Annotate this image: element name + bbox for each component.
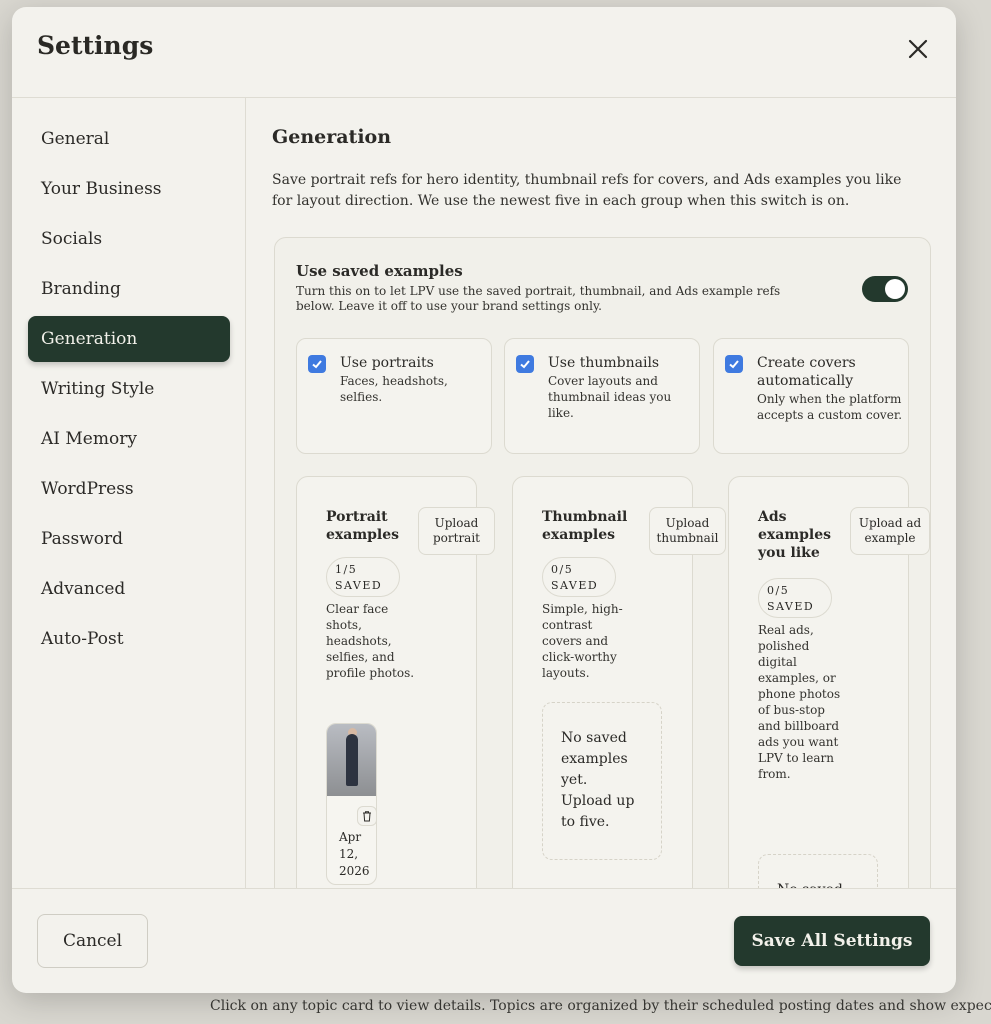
portrait-date: Apr 12, 2026 [339,830,370,878]
sidebar-item-auto-post[interactable]: Auto-Post [28,616,230,662]
saved-examples-card: Use saved examples Turn this on to let L… [274,237,931,888]
background-help-text: Click on any topic card to view details.… [210,998,991,1014]
sidebar-item-label: Generation [41,329,138,349]
group-title: Thumbnail examples [542,509,628,543]
save-all-settings-button[interactable]: Save All Settings [734,916,930,966]
sidebar-item-socials[interactable]: Socials [28,216,230,262]
group-description: Simple, high-contrast covers and click-w… [542,602,623,680]
use-portraits-option[interactable]: Use portraits Faces, headshots, selfies. [296,338,492,454]
option-description: Cover layouts and thumbnail ideas you li… [548,374,672,420]
sidebar-item-your-business[interactable]: Your Business [28,166,230,212]
close-icon [908,39,928,59]
sidebar-item-generation[interactable]: Generation [28,316,230,362]
group-description: Clear face shots, headshots, selfies, an… [326,602,415,680]
generation-panel: Generation Save portrait refs for hero i… [247,98,956,888]
use-thumbnails-option[interactable]: Use thumbnails Cover layouts and thumbna… [504,338,700,454]
saved-examples-description: Turn this on to let LPV use the saved po… [296,284,781,313]
cancel-button[interactable]: Cancel [37,914,148,968]
option-title: Create covers automatically [757,355,856,389]
thumbnail-examples-group: Thumbnail examples Upload thumbnail 0/5 S… [512,476,726,888]
check-icon [312,360,322,369]
delete-portrait-button[interactable] [357,806,376,826]
upload-thumbnail-button[interactable]: Upload thumbnail [649,507,726,555]
sidebar-item-label: Password [41,529,124,549]
sidebar-item-label: Advanced [41,579,126,599]
toggle-knob [885,279,905,299]
use-thumbnails-checkbox[interactable] [516,355,534,373]
create-covers-checkbox[interactable] [725,355,743,373]
check-icon [520,360,530,369]
sidebar-item-label: WordPress [41,479,134,499]
sidebar-item-ai-memory[interactable]: AI Memory [28,416,230,462]
section-title: Generation [272,126,392,148]
saved-count: 0/5 [767,584,790,597]
sidebar-item-label: Socials [41,229,103,249]
option-title: Use portraits [340,355,434,371]
settings-sidebar: General Your Business Socials Branding G… [12,98,246,888]
settings-modal: Settings General Your Business Socials B… [12,7,956,993]
create-covers-option[interactable]: Create covers automatically Only when th… [713,338,909,454]
footer-divider [12,888,956,889]
saved-examples-title: Use saved examples [296,262,463,280]
saved-count: 0/5 [551,563,574,576]
saved-count-badge: 0/5 SAVED [542,557,616,597]
option-description: Faces, headshots, selfies. [340,374,448,404]
use-portraits-checkbox[interactable] [308,355,326,373]
sidebar-item-label: Your Business [41,179,162,199]
group-description: Real ads, polished digital examples, or … [758,623,841,781]
group-title: Ads examples you like [758,509,832,561]
close-button[interactable] [904,35,932,63]
sidebar-item-general[interactable]: General [28,116,230,162]
saved-count-badge: 1/5 SAVED [326,557,400,597]
modal-title: Settings [37,31,154,60]
option-title: Use thumbnails [548,355,660,371]
upload-portrait-button[interactable]: Upload portrait [418,507,495,555]
check-icon [729,360,739,369]
empty-title: No saved [777,880,859,888]
saved-count: 1/5 [335,563,358,576]
sidebar-item-label: Auto-Post [41,629,124,649]
ads-examples-group: Ads examples you like Upload ad example … [728,476,930,888]
trash-icon [363,811,371,822]
use-saved-examples-toggle[interactable] [862,276,908,302]
sidebar-item-branding[interactable]: Branding [28,266,230,312]
empty-hint: Upload up to five. [561,793,635,830]
empty-state: No saved examples yet. Upload up to five… [542,702,662,860]
sidebar-item-label: AI Memory [41,429,137,449]
empty-title: No saved examples yet. [561,730,628,788]
portrait-examples-group: Portrait examples Upload portrait 1/5 SAV… [296,476,495,888]
sidebar-item-label: Branding [41,279,121,299]
empty-state: No saved [758,854,878,888]
portrait-thumbnail-card[interactable]: Apr 12, 2026 [326,723,377,885]
option-description: Only when the platform accepts a custom … [757,392,903,422]
sidebar-item-advanced[interactable]: Advanced [28,566,230,612]
section-description: Save portrait refs for hero identity, th… [272,172,902,209]
sidebar-item-label: General [41,129,110,149]
saved-label: SAVED [335,579,383,592]
saved-label: SAVED [551,579,599,592]
sidebar-item-wordpress[interactable]: WordPress [28,466,230,512]
sidebar-item-label: Writing Style [41,379,155,399]
saved-count-badge: 0/5 SAVED [758,578,832,618]
portrait-image [327,724,376,796]
sidebar-item-password[interactable]: Password [28,516,230,562]
sidebar-item-writing-style[interactable]: Writing Style [28,366,230,412]
upload-ad-example-button[interactable]: Upload ad example [850,507,930,555]
saved-label: SAVED [767,600,815,613]
group-title: Portrait examples [326,509,400,543]
